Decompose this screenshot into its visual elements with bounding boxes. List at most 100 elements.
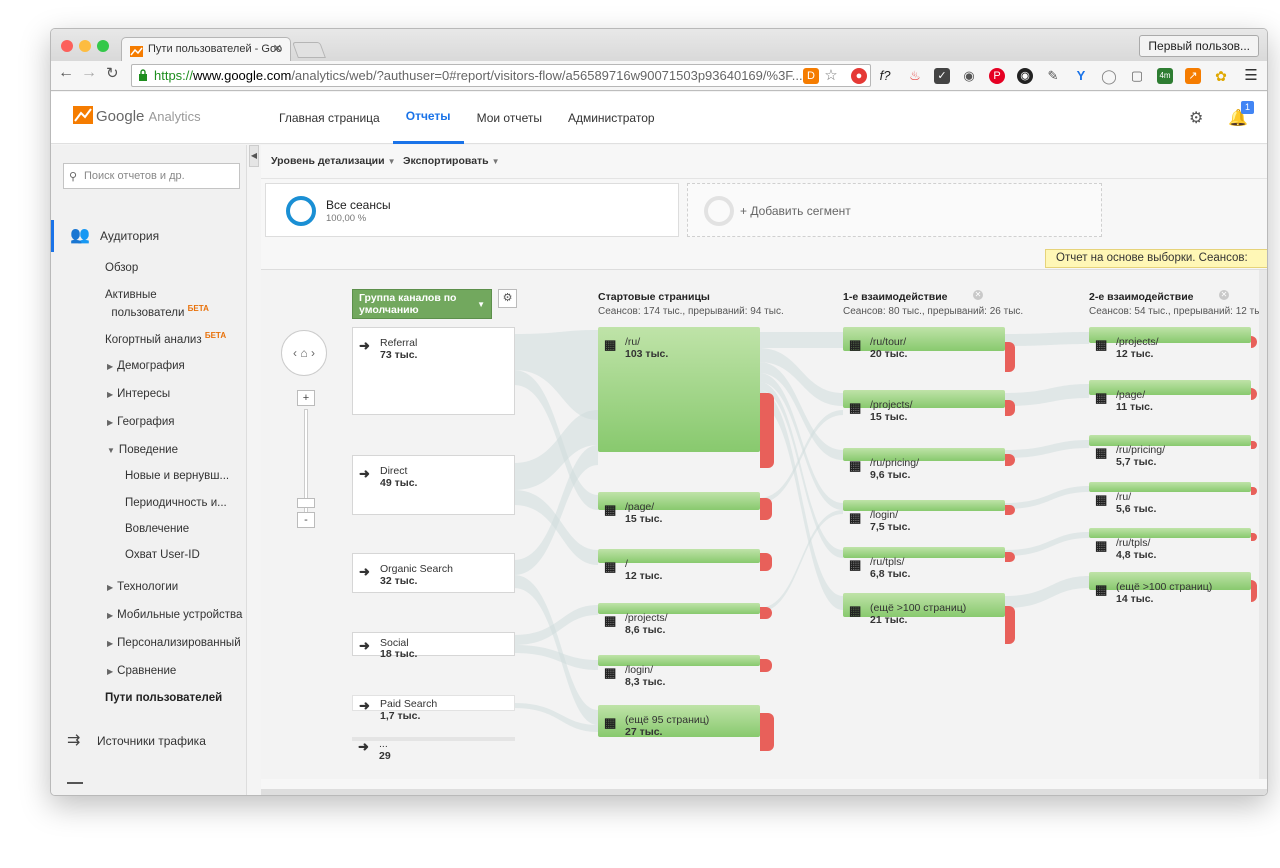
page-node[interactable]: ▦ /page/ 11 тыс. [1089,380,1251,413]
dropoff-bar[interactable] [760,659,772,672]
page-node[interactable]: ▦ (ещё >100 страниц) 21 тыс. [843,593,1005,626]
dropoff-bar[interactable] [1005,505,1015,515]
dropoff-bar[interactable] [1005,342,1015,372]
collapse-sidebar-button[interactable]: ◀ [249,145,259,167]
col-second-close-icon[interactable]: ✕ [1219,290,1229,300]
sidebar-item-technology[interactable]: ▶ Технологии [107,580,178,595]
close-window-button[interactable] [61,40,73,52]
sidebar-item-geo[interactable]: ▶ География [107,415,175,430]
dropoff-bar[interactable] [760,498,772,520]
dropoff-bar[interactable] [760,713,774,751]
page-node[interactable]: ▦ (ещё >100 страниц) 14 тыс. [1089,572,1251,605]
dropoff-bar[interactable] [1005,552,1015,562]
source-node[interactable]: ➜ Social 18 тыс. [352,632,515,660]
extension-reader-icon[interactable]: ▢ [1129,68,1145,84]
bookmark-star-icon[interactable]: ☆ [823,68,839,84]
extension-function-icon[interactable]: f? [877,68,893,84]
dimension-settings-gear-icon[interactable]: ⚙ [498,289,517,308]
extension-fire-icon[interactable]: ♨ [907,68,923,84]
page-node[interactable]: ▦ /ru/tour/ 20 тыс. [843,327,1005,360]
back-icon[interactable]: ← [58,64,74,82]
extension-pocket-icon[interactable]: ✓ [934,68,950,84]
zoom-out-button[interactable]: - [297,512,315,528]
nav-home[interactable]: Главная страница [266,92,393,144]
extension-y-icon[interactable]: Y [1073,68,1089,84]
page-node[interactable]: ▦ /projects/ 8,6 тыс. [598,603,760,636]
page-node[interactable]: ▦ /projects/ 15 тыс. [843,390,1005,423]
extension-circle-icon[interactable]: ◯ [1101,68,1117,84]
sidebar-item-engagement[interactable]: Вовлечение [125,522,189,536]
dropoff-bar[interactable] [1251,580,1257,602]
dropoff-bar[interactable] [760,393,774,468]
sidebar-section-traffic[interactable]: ⇉ Источники трафика [51,725,247,757]
page-node[interactable]: ▦ /ru/ 103 тыс. [598,327,760,452]
zoom-slider-thumb[interactable] [297,498,315,508]
extension-evernote-icon[interactable]: ◉ [961,68,977,84]
sidebar-item-frequency[interactable]: Периодичность и... [125,496,227,510]
source-node[interactable]: ➜ Organic Search 32 тыс. [352,553,515,593]
extension-red-icon[interactable]: ● [851,68,867,84]
extension-d3-icon[interactable]: D [803,68,819,84]
page-node[interactable]: ▦ /page/ 15 тыс. [598,492,760,525]
page-node[interactable]: ▦ /ru/tpls/ 6,8 тыс. [843,547,1005,580]
sidebar-section-audience[interactable]: 👥 Аудитория [51,220,247,252]
source-node[interactable]: ➜ ... 29 [352,737,515,762]
extension-pinterest-icon[interactable]: P [989,68,1005,84]
profile-button[interactable]: Первый пользов... [1139,35,1259,57]
page-node[interactable]: ▦ /ru/ 5,6 тыс. [1089,482,1251,515]
zoom-in-button[interactable]: + [297,390,315,406]
extension-eyedropper-icon[interactable]: ✎ [1045,68,1061,84]
nav-admin[interactable]: Администратор [555,92,668,144]
page-node[interactable]: ▦ / 12 тыс. [598,549,760,582]
sidebar-item-userid[interactable]: Охват User-ID [125,548,200,562]
sidebar-item-active-users[interactable]: Активные пользователи БЕТА [105,288,209,320]
source-node[interactable]: ➜ Direct 49 тыс. [352,455,515,515]
nav-my-reports[interactable]: Мои отчеты [464,92,555,144]
dimension-dropdown[interactable]: Группа каналов по умолчанию ▼ [352,289,492,319]
sidebar-item-new-returning[interactable]: Новые и вернувш... [125,469,229,483]
extension-camera-icon[interactable]: ◉ [1017,68,1033,84]
report-search-input[interactable]: ⚲ Поиск отчетов и др. [63,163,240,189]
new-tab-button[interactable] [292,42,326,58]
source-node[interactable]: ➜ Referral 73 тыс. [352,327,515,415]
export-dropdown[interactable]: Экспортировать ▼ [403,155,500,167]
segment-all-sessions[interactable]: Все сеансы 100,00 % [265,183,679,237]
detail-level-dropdown[interactable]: Уровень детализации ▼ [271,155,396,167]
sidebar-item-custom[interactable]: ▶ Персонализированный [107,636,241,651]
sidebar-item-cohort[interactable]: Когортный анализ БЕТА [105,329,226,347]
horizontal-scrollbar[interactable] [261,789,1267,795]
ga-logo[interactable]: Google Analytics [73,106,201,125]
nav-reports[interactable]: Отчеты [392,92,464,144]
sidebar-item-overview[interactable]: Обзор [105,261,138,275]
zoom-window-button[interactable] [97,40,109,52]
settings-gear-icon[interactable]: ⚙ [1189,108,1203,128]
sidebar-item-demographics[interactable]: ▶ Демография [107,359,185,374]
dropoff-bar[interactable] [760,553,772,571]
page-node[interactable]: ▦ /ru/pricing/ 9,6 тыс. [843,448,1005,481]
minimize-window-button[interactable] [79,40,91,52]
page-node[interactable]: ▦ /ru/pricing/ 5,7 тыс. [1089,435,1251,468]
col-first-close-icon[interactable]: ✕ [973,290,983,300]
dropoff-bar[interactable] [1005,606,1015,644]
chrome-menu-icon[interactable]: ☰ [1243,68,1259,84]
page-node[interactable]: ▦ /login/ 7,5 тыс. [843,500,1005,533]
dropoff-bar[interactable] [1005,400,1015,416]
next-section-icon[interactable] [67,782,83,784]
reload-icon[interactable]: ↻ [106,64,119,82]
tab-close-icon[interactable]: ✕ [273,38,282,60]
page-node[interactable]: ▦ /projects/ 12 тыс. [1089,327,1251,360]
address-bar[interactable]: https://www.google.com/analytics/web/?au… [131,64,871,87]
page-node[interactable]: ▦ /ru/tpls/ 4,8 тыс. [1089,528,1251,561]
vertical-scrollbar[interactable] [1259,270,1267,779]
sidebar-item-interests[interactable]: ▶ Интересы [107,387,170,402]
extension-chart-icon[interactable]: ↗ [1185,68,1201,84]
forward-icon[interactable]: → [81,64,97,82]
page-node[interactable]: ▦ /login/ 8,3 тыс. [598,655,760,688]
sidebar-item-behavior[interactable]: ▼ Поведение [107,443,178,458]
extension-flower-icon[interactable]: ✿ [1213,68,1229,84]
extension-badge-icon[interactable]: 4m [1157,68,1173,84]
sidebar-item-mobile[interactable]: ▶ Мобильные устройства [107,608,242,623]
sidebar-item-benchmark[interactable]: ▶ Сравнение [107,664,176,679]
browser-tab[interactable]: Пути пользователей - Goo ✕ [121,37,291,61]
dropoff-bar[interactable] [760,607,772,619]
